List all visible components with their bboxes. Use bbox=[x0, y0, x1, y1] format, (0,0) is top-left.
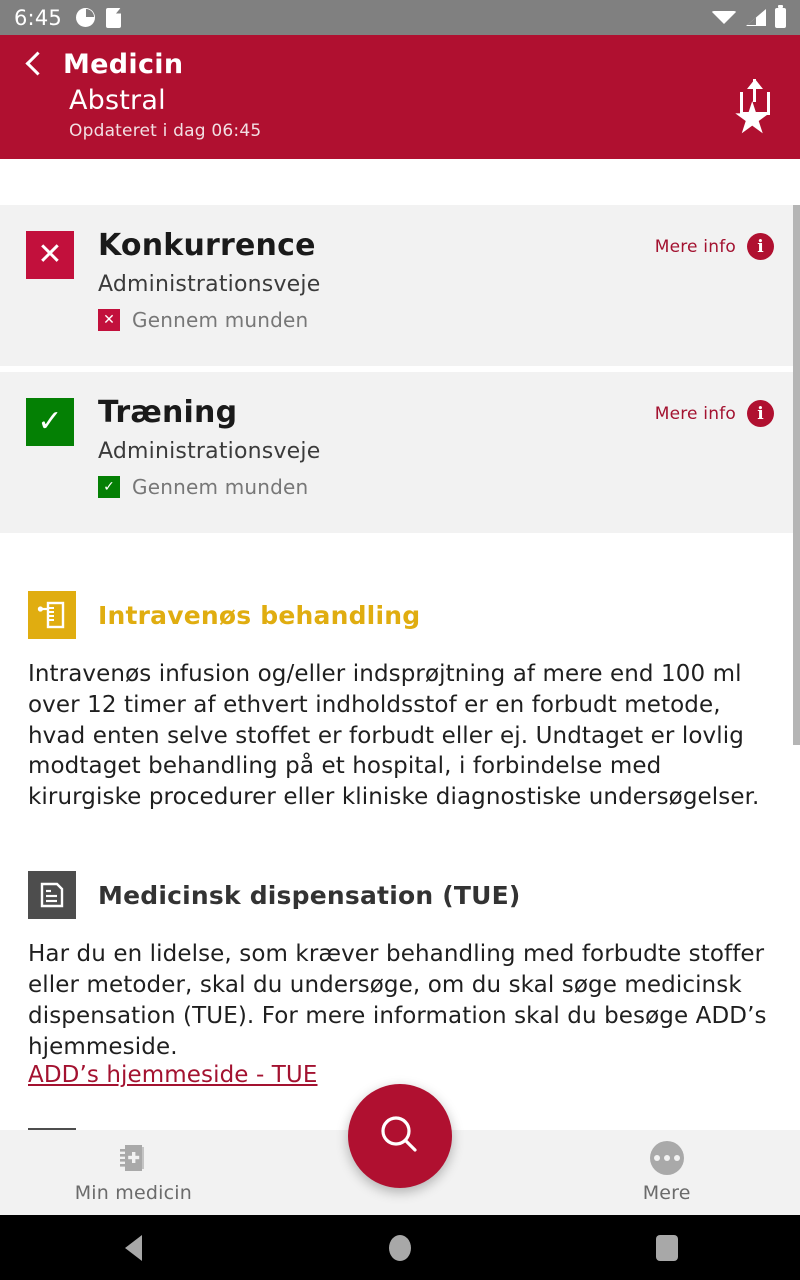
sd-card-icon bbox=[105, 7, 121, 28]
section-title: Medicinsk dispensation (TUE) bbox=[98, 880, 521, 910]
info-icon: i bbox=[747, 233, 774, 260]
chip-check-icon: ✓ bbox=[98, 476, 120, 498]
share-icon-arrowhead bbox=[747, 79, 763, 89]
star-icon[interactable]: ★ bbox=[733, 97, 772, 141]
nav-label: Mere bbox=[642, 1182, 691, 1204]
wifi-icon bbox=[711, 11, 737, 24]
cellular-signal-icon bbox=[746, 9, 766, 26]
notebook-plus-icon bbox=[116, 1141, 150, 1175]
section-body: Har du en lidelse, som kræver behandling… bbox=[28, 941, 767, 1060]
more-info-label: Mere info bbox=[654, 403, 736, 424]
route-chip: ✕ Gennem munden bbox=[98, 308, 776, 332]
app-bar-top-row: Medicin bbox=[0, 35, 800, 81]
scrollbar-track[interactable] bbox=[793, 205, 800, 1195]
nav-label: Min medicin bbox=[74, 1182, 192, 1204]
card-subtitle: Administrationsveje bbox=[98, 272, 321, 297]
route-chip: ✓ Gennem munden bbox=[98, 475, 776, 499]
status-bar-left-icons bbox=[75, 7, 121, 28]
iv-drip-icon bbox=[28, 591, 76, 639]
section-title: Intravenøs behandling bbox=[98, 600, 421, 630]
card-subtitle: Administrationsveje bbox=[98, 439, 321, 464]
status-card-konkurrence[interactable]: ✕ Konkurrence Administrationsveje ✕ Genn… bbox=[0, 205, 800, 366]
dot bbox=[673, 1155, 680, 1161]
pie-icon bbox=[75, 8, 95, 27]
section-intravenous: Intravenøs behandling Intravenøs infusio… bbox=[0, 591, 800, 814]
chip-cross-icon: ✕ bbox=[98, 309, 120, 331]
circle-home-icon bbox=[388, 1234, 411, 1261]
battery-icon bbox=[775, 4, 786, 28]
deny-badge-icon: ✕ bbox=[26, 231, 74, 279]
more-info-button[interactable]: Mere info i bbox=[655, 400, 774, 427]
content-scroll-area[interactable]: ✕ Konkurrence Administrationsveje ✕ Genn… bbox=[0, 205, 800, 1195]
section-tue: Medicinsk dispensation (TUE) Har du en l… bbox=[0, 871, 800, 1089]
status-bar: 6:45 bbox=[0, 0, 800, 35]
square-recents-icon bbox=[655, 1234, 678, 1261]
section-link[interactable]: ADD’s hjemmeside - TUE bbox=[28, 1062, 318, 1088]
chip-label: Gennem munden bbox=[132, 308, 309, 332]
more-dots-circle bbox=[649, 1141, 684, 1175]
nav-item-mere[interactable]: Mere bbox=[533, 1141, 800, 1204]
triangle-back-icon bbox=[124, 1234, 142, 1261]
search-fab-button[interactable] bbox=[348, 1084, 452, 1188]
more-info-button[interactable]: Mere info i bbox=[655, 233, 774, 260]
more-dots-icon bbox=[649, 1141, 684, 1175]
android-recents-button[interactable] bbox=[607, 1215, 727, 1280]
page-title: Medicin bbox=[63, 48, 184, 80]
section-header: Intravenøs behandling bbox=[28, 591, 772, 639]
more-info-label: Mere info bbox=[654, 236, 736, 257]
search-icon bbox=[381, 1116, 417, 1152]
info-icon: i bbox=[747, 400, 774, 427]
section-body: Intravenøs infusion og/eller indsprøjtni… bbox=[28, 661, 760, 811]
dot bbox=[653, 1155, 660, 1161]
scrollbar-thumb[interactable] bbox=[793, 205, 800, 745]
allow-badge-icon: ✓ bbox=[26, 398, 74, 446]
section-header: Medicinsk dispensation (TUE) bbox=[28, 871, 772, 920]
dot bbox=[663, 1155, 670, 1161]
status-bar-right-icons bbox=[711, 4, 786, 28]
check-icon: ✓ bbox=[37, 404, 63, 439]
status-bar-clock: 6:45 bbox=[14, 5, 62, 30]
chevron-left-icon[interactable] bbox=[20, 47, 50, 81]
status-card-traening[interactable]: ✓ Træning Administrationsveje ✓ Gennem m… bbox=[0, 372, 800, 533]
android-navigation-bar bbox=[0, 1215, 800, 1280]
chip-label: Gennem munden bbox=[132, 475, 309, 499]
nav-item-min-medicin[interactable]: Min medicin bbox=[0, 1141, 267, 1204]
android-home-button[interactable] bbox=[340, 1215, 460, 1280]
cross-icon: ✕ bbox=[37, 237, 63, 272]
app-bar: Medicin Abstral Opdateret i dag 06:45 ★ bbox=[0, 35, 800, 159]
updated-timestamp: Opdateret i dag 06:45 bbox=[69, 121, 262, 141]
android-back-button[interactable] bbox=[73, 1215, 193, 1280]
document-icon bbox=[28, 871, 76, 920]
medicine-name: Abstral bbox=[69, 85, 166, 116]
